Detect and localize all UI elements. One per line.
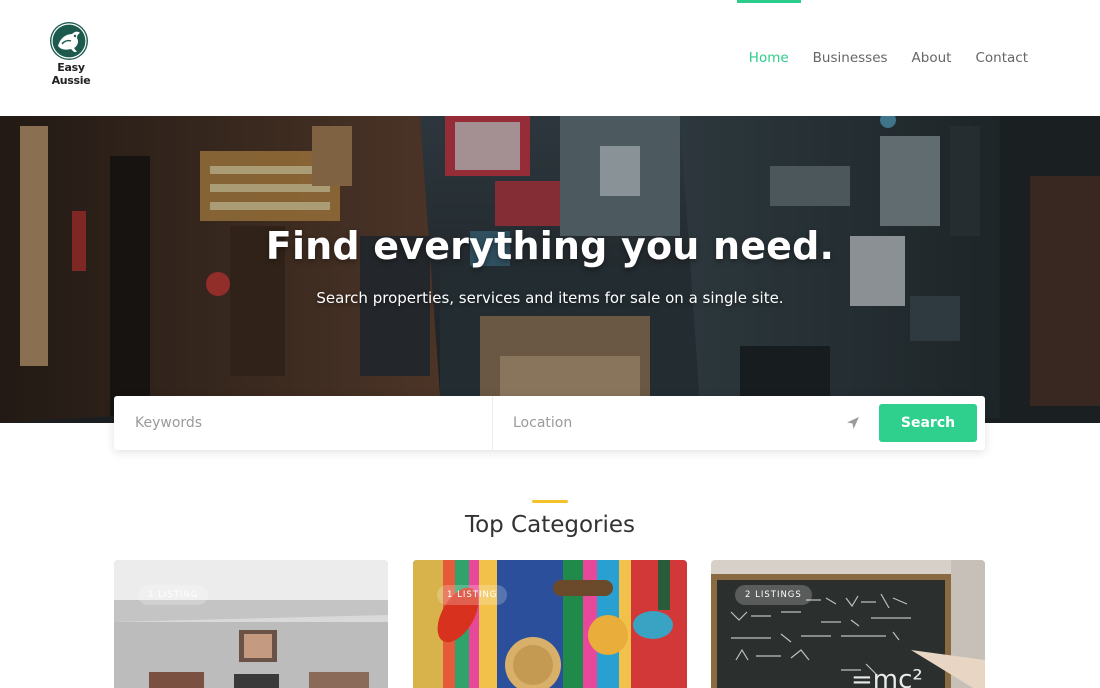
site-header: Easy Aussie Home Businesses About Contac…	[0, 0, 1100, 116]
location-arrow-icon[interactable]	[845, 415, 861, 431]
hero-overlay	[0, 116, 1100, 423]
main-nav: Home Businesses About Contact	[736, 0, 1040, 116]
category-card[interactable]: =mc² 2 LISTINGS	[711, 560, 985, 688]
hero-title: Find everything you need.	[265, 224, 835, 268]
categories-title: Top Categories	[464, 512, 636, 538]
nav-contact[interactable]: Contact	[963, 0, 1040, 116]
listing-count-badge: 1 LISTING	[138, 585, 209, 605]
category-card[interactable]: 1 LISTING	[114, 560, 388, 688]
category-card[interactable]: 1 LISTING	[413, 560, 687, 688]
hero-subtitle: Search properties, services and items fo…	[316, 289, 784, 307]
listing-count-badge: 2 LISTINGS	[735, 585, 812, 605]
search-button[interactable]: Search	[879, 404, 977, 442]
chalkboard-image: =mc²	[711, 560, 985, 688]
keywords-input[interactable]: Keywords	[114, 396, 493, 450]
site-logo[interactable]: Easy Aussie	[40, 22, 102, 87]
nav-about[interactable]: About	[900, 0, 964, 116]
listing-count-badge: 1 LISTING	[437, 585, 508, 605]
nav-home[interactable]: Home	[736, 0, 801, 116]
hero-banner: Find everything you need. Search propert…	[0, 116, 1100, 423]
location-input[interactable]: Location	[493, 396, 873, 450]
logo-text: Easy Aussie	[51, 61, 91, 87]
nav-businesses[interactable]: Businesses	[801, 0, 900, 116]
gallery-wall-image	[114, 560, 388, 688]
mexican-crafts-image	[413, 560, 687, 688]
search-bar: Keywords Location Search	[114, 396, 985, 450]
svg-text:=mc²: =mc²	[851, 665, 923, 688]
kangaroo-logo-icon	[50, 22, 88, 60]
section-divider	[532, 500, 568, 503]
